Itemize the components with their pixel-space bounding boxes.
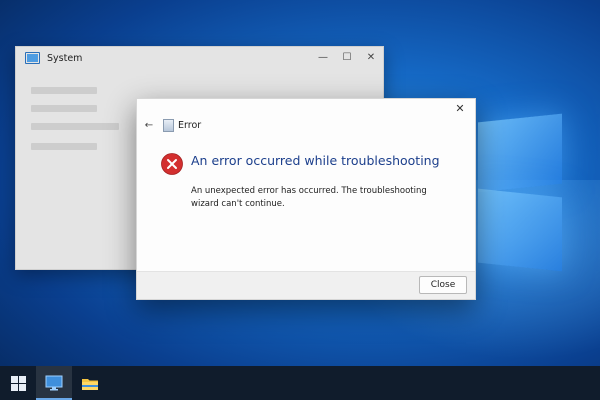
- placeholder-line: [31, 123, 119, 130]
- folder-icon: [82, 378, 98, 390]
- system-window-titlebar[interactable]: System — ☐ ✕: [16, 47, 383, 69]
- troubleshooter-icon: [163, 119, 174, 132]
- close-window-button[interactable]: ✕: [359, 47, 383, 69]
- monitor-icon: [25, 52, 40, 64]
- maximize-button[interactable]: ☐: [335, 47, 359, 69]
- dialog-title: An error occurred while troubleshooting: [191, 153, 440, 168]
- placeholder-line: [31, 87, 97, 94]
- start-button[interactable]: [0, 366, 36, 400]
- windows-logo-icon: [10, 375, 26, 391]
- taskbar-app-system[interactable]: [36, 366, 72, 400]
- window-controls: — ☐ ✕: [311, 47, 383, 69]
- minimize-button[interactable]: —: [311, 47, 335, 69]
- close-button[interactable]: Close: [419, 276, 467, 294]
- dialog-message: An unexpected error has occurred. The tr…: [191, 186, 427, 209]
- wallpaper-logo-pane-top: [478, 113, 562, 193]
- taskbar: [0, 366, 600, 400]
- dialog-header: ← Error: [143, 119, 201, 132]
- placeholder-line: [31, 105, 97, 112]
- desktop: System — ☐ ✕ ✕ ← Error An error occurred…: [0, 0, 600, 400]
- dialog-footer: Close: [137, 271, 475, 299]
- dialog-header-label: Error: [178, 120, 202, 131]
- error-icon: [161, 153, 183, 175]
- placeholder-line: [31, 143, 97, 150]
- taskbar-app-explorer[interactable]: [72, 366, 108, 400]
- error-dialog: ✕ ← Error An error occurred while troubl…: [136, 98, 476, 300]
- monitor-icon: [45, 375, 63, 391]
- system-window-title: System: [47, 52, 83, 64]
- wallpaper-logo-pane-bottom: [478, 188, 562, 272]
- dialog-close-icon[interactable]: ✕: [453, 102, 467, 116]
- back-arrow-icon[interactable]: ←: [143, 120, 155, 131]
